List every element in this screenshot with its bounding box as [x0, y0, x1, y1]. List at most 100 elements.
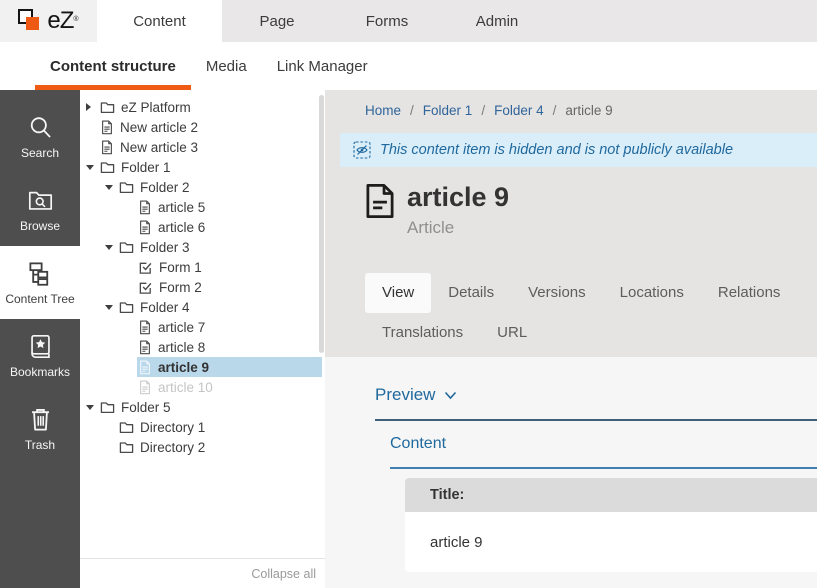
- tree-item-body: article 5: [137, 197, 322, 217]
- tree-item-body: Directory 1: [118, 417, 322, 437]
- article-icon: [138, 320, 152, 335]
- tree-item-label: Form 1: [159, 260, 202, 275]
- sidebar-item-content-tree[interactable]: Content Tree: [0, 246, 80, 319]
- sub-nav-tab-media[interactable]: Media: [191, 42, 262, 90]
- bookmarks-icon: [27, 333, 54, 360]
- tree-item-folder-4[interactable]: Folder 4: [80, 297, 325, 317]
- content-tabs: ViewDetailsVersionsLocationsRelations Tra…: [365, 273, 817, 353]
- tab-versions[interactable]: Versions: [511, 273, 603, 313]
- tree-item-folder-3[interactable]: Folder 3: [80, 237, 325, 257]
- sidebar-item-browse[interactable]: Browse: [0, 173, 80, 246]
- tree-item-folder-2[interactable]: Folder 2: [80, 177, 325, 197]
- tree-item-new-article-2[interactable]: New article 2: [80, 117, 325, 137]
- tree-item-directory-1[interactable]: Directory 1: [80, 417, 325, 437]
- article-icon: [365, 183, 395, 219]
- tree-item-body: article 8: [137, 337, 322, 357]
- tree-item-body: article 9: [137, 357, 322, 377]
- tab-details[interactable]: Details: [431, 273, 511, 313]
- sidebar-item-bookmarks[interactable]: Bookmarks: [0, 319, 80, 392]
- field-name-header: Title:: [405, 478, 817, 512]
- tab-translations[interactable]: Translations: [365, 313, 480, 353]
- article-icon: [138, 380, 152, 395]
- tree-scrollbar[interactable]: [319, 95, 324, 353]
- collapse-all-button[interactable]: Collapse all: [251, 567, 316, 581]
- tree-expander-expanded-icon[interactable]: [105, 305, 118, 310]
- form-icon: [138, 260, 153, 275]
- tree-item-body: article 10: [137, 377, 322, 397]
- breadcrumb-separator: /: [481, 103, 485, 118]
- tree-item-body: Folder 3: [118, 237, 322, 257]
- sidebar-item-label: Content Tree: [5, 292, 74, 306]
- tree-item-article-10[interactable]: article 10: [80, 377, 325, 397]
- tree-item-article-7[interactable]: article 7: [80, 317, 325, 337]
- tree-item-label: New article 3: [120, 140, 198, 155]
- tree-item-label: article 8: [158, 340, 205, 355]
- tree-item-body: New article 2: [99, 117, 322, 137]
- tree-item-article-8[interactable]: article 8: [80, 337, 325, 357]
- main-nav-tab-forms[interactable]: Forms: [332, 0, 442, 42]
- tree-item-label: eZ Platform: [121, 100, 191, 115]
- sub-nav-tab-link-manager[interactable]: Link Manager: [262, 42, 383, 90]
- main-nav-tab-content[interactable]: Content: [97, 0, 222, 42]
- page-title: article 9: [407, 183, 509, 213]
- tree-item-article-9[interactable]: article 9: [80, 357, 325, 377]
- tree-item-label: Folder 2: [140, 180, 190, 195]
- tree-expander-expanded-icon[interactable]: [105, 185, 118, 190]
- tree-expander-collapsed-icon[interactable]: [86, 103, 99, 111]
- main-nav-tab-page[interactable]: Page: [222, 0, 332, 42]
- tab-locations[interactable]: Locations: [603, 273, 701, 313]
- main-nav-tab-admin[interactable]: Admin: [442, 0, 552, 42]
- tab-relations[interactable]: Relations: [701, 273, 798, 313]
- tree-item-body: article 6: [137, 217, 322, 237]
- tree-item-article-5[interactable]: article 5: [80, 197, 325, 217]
- sidebar-item-label: Bookmarks: [10, 365, 70, 379]
- tree-item-body: Folder 1: [99, 157, 322, 177]
- tree-expander-expanded-icon[interactable]: [105, 245, 118, 250]
- tree-item-new-article-3[interactable]: New article 3: [80, 137, 325, 157]
- tree-item-folder-5[interactable]: Folder 5: [80, 397, 325, 417]
- left-sidebar: Search Browse Content Tree Bookmarks Trash: [0, 90, 80, 588]
- sidebar-item-trash[interactable]: Trash: [0, 392, 80, 465]
- tree-expander-expanded-icon[interactable]: [86, 165, 99, 170]
- breadcrumb-item-article-9: article 9: [565, 103, 612, 118]
- tree-item-directory-2[interactable]: Directory 2: [80, 437, 325, 457]
- sidebar-item-label: Browse: [20, 219, 60, 233]
- folder-icon: [119, 420, 134, 435]
- tree-item-body: New article 3: [99, 137, 322, 157]
- sidebar-item-label: Search: [21, 146, 59, 160]
- tree-item-form-2[interactable]: Form 2: [80, 277, 325, 297]
- preview-toggle[interactable]: Preview: [375, 385, 457, 405]
- breadcrumb-item-folder-4[interactable]: Folder 4: [494, 103, 544, 118]
- breadcrumb-item-home[interactable]: Home: [365, 103, 401, 118]
- sub-nav-tab-content-structure[interactable]: Content structure: [35, 42, 191, 90]
- logo-text: eZ: [47, 7, 73, 35]
- tree-item-ez-platform[interactable]: eZ Platform: [80, 97, 325, 117]
- tab-url[interactable]: URL: [480, 313, 544, 353]
- article-icon: [100, 140, 114, 155]
- tree-footer: Collapse all: [80, 558, 325, 588]
- caret-right-icon: [86, 103, 91, 111]
- tree-expander-expanded-icon[interactable]: [86, 405, 99, 410]
- breadcrumb-separator: /: [553, 103, 557, 118]
- tree-item-body: Form 1: [137, 257, 322, 277]
- tree-item-article-6[interactable]: article 6: [80, 217, 325, 237]
- caret-down-icon: [86, 165, 94, 170]
- tree-item-label: Folder 5: [121, 400, 171, 415]
- tree-item-label: New article 2: [120, 120, 198, 135]
- tree-item-folder-1[interactable]: Folder 1: [80, 157, 325, 177]
- caret-down-icon: [105, 305, 113, 310]
- tree-item-form-1[interactable]: Form 1: [80, 257, 325, 277]
- tree-item-label: article 7: [158, 320, 205, 335]
- tree-item-label: article 10: [158, 380, 213, 395]
- content-body-section: Preview Content Title: article 9: [325, 357, 817, 588]
- sidebar-item-search[interactable]: Search: [0, 100, 80, 173]
- tree-item-label: Folder 1: [121, 160, 171, 175]
- hidden-eye-icon: [353, 141, 371, 159]
- folder-icon: [100, 400, 115, 415]
- tab-view[interactable]: View: [365, 273, 431, 313]
- sub-navbar: Content structureMediaLink Manager: [0, 42, 817, 90]
- folder-icon: [100, 160, 115, 175]
- breadcrumb-item-folder-1[interactable]: Folder 1: [423, 103, 473, 118]
- title-block: article 9 Article: [365, 183, 509, 238]
- app-logo[interactable]: eZ ®: [0, 0, 97, 42]
